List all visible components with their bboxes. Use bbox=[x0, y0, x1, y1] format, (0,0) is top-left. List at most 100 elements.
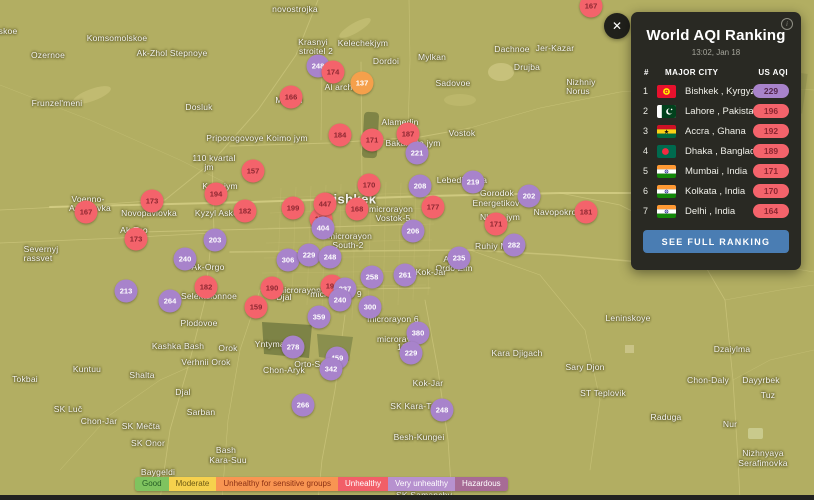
aqi-marker[interactable]: 157 bbox=[241, 159, 265, 183]
place-label: Dosluk bbox=[185, 102, 213, 112]
aqi-marker[interactable]: 213 bbox=[114, 279, 138, 303]
place-label: Raduga bbox=[650, 412, 682, 422]
city-name: Kolkata , India bbox=[685, 185, 746, 197]
aqi-marker[interactable]: 229 bbox=[399, 341, 423, 365]
ranking-row[interactable]: 1 Bishkek , Kyrgyzstan 229 bbox=[631, 81, 801, 101]
rank-number: 6 bbox=[643, 186, 649, 196]
ranking-row[interactable]: 4 Dhaka , Bangladesh 189 bbox=[631, 141, 801, 161]
aqi-marker[interactable]: 173 bbox=[140, 189, 164, 213]
place-label: Tokbai bbox=[12, 374, 38, 384]
aqi-marker[interactable]: 167 bbox=[74, 200, 98, 224]
aqi-marker[interactable]: 300 bbox=[358, 295, 382, 319]
aqi-marker[interactable]: 306 bbox=[276, 248, 300, 272]
aqi-marker[interactable]: 168 bbox=[345, 197, 369, 221]
aqi-marker[interactable]: 182 bbox=[233, 199, 257, 223]
aqi-value-badge: 189 bbox=[753, 144, 789, 158]
close-icon: ✕ bbox=[611, 19, 623, 33]
aqi-value-badge: 170 bbox=[753, 184, 789, 198]
place-label: Sary Djon bbox=[565, 362, 605, 372]
city-name: Dhaka , Bangladesh bbox=[685, 145, 753, 157]
place-label: Dayyrbek bbox=[742, 375, 780, 385]
ranking-row[interactable]: 7 Delhi , India 164 bbox=[631, 201, 801, 221]
place-label: Kok-Jar bbox=[415, 267, 447, 277]
legend-item: Moderate bbox=[168, 477, 217, 491]
place-label: Serafimovka bbox=[738, 458, 788, 468]
aqi-marker[interactable]: 282 bbox=[502, 233, 526, 257]
ranking-header: # MAJOR CITY US AQI bbox=[631, 57, 801, 81]
place-label: Drujba bbox=[513, 62, 541, 72]
aqi-marker[interactable]: 181 bbox=[574, 200, 598, 224]
place-label: Kashka Bash bbox=[151, 341, 205, 351]
aqi-marker[interactable]: 171 bbox=[484, 212, 508, 236]
aqi-marker[interactable]: 171 bbox=[360, 128, 384, 152]
aqi-marker[interactable]: 240 bbox=[173, 247, 197, 271]
ghana-flag bbox=[657, 124, 676, 138]
place-label: Gorodok bbox=[479, 188, 515, 198]
rank-number: 2 bbox=[643, 106, 649, 116]
panel-timestamp: 13:02, Jan 18 bbox=[691, 48, 741, 57]
legend-item: Very unhealthy bbox=[388, 477, 455, 491]
aqi-marker[interactable]: 359 bbox=[307, 305, 331, 329]
city-name: Mumbai , India bbox=[685, 165, 748, 177]
aqi-marker[interactable]: 202 bbox=[517, 184, 541, 208]
panel-title: World AQI Ranking bbox=[646, 27, 786, 44]
aqi-marker[interactable]: 404 bbox=[311, 216, 335, 240]
aqi-marker[interactable]: 258 bbox=[360, 265, 384, 289]
aqi-marker[interactable]: 235 bbox=[447, 246, 471, 270]
aqi-marker[interactable]: 177 bbox=[421, 195, 445, 219]
place-label: Kuntuu bbox=[72, 364, 102, 374]
ranking-row[interactable]: 2 Lahore , Pakistan 196 bbox=[631, 101, 801, 121]
place-label: SK Mečta bbox=[121, 421, 161, 431]
aqi-marker[interactable]: 221 bbox=[405, 141, 429, 165]
aqi-marker[interactable]: 278 bbox=[281, 335, 305, 359]
aqi-marker[interactable]: 170 bbox=[357, 173, 381, 197]
city-name: Bishkek , Kyrgyzstan bbox=[685, 85, 753, 97]
place-label: Tuz bbox=[760, 390, 776, 400]
aqi-marker[interactable]: 266 bbox=[291, 393, 315, 417]
aqi-marker[interactable]: 206 bbox=[401, 219, 425, 243]
place-label: Mylkan bbox=[417, 52, 447, 62]
close-panel-button[interactable]: ✕ bbox=[604, 13, 630, 39]
place-label: Dachnoe bbox=[494, 44, 530, 54]
aqi-value-badge: 229 bbox=[753, 84, 789, 98]
aqi-marker[interactable]: 261 bbox=[393, 263, 417, 287]
aqi-marker[interactable]: 184 bbox=[328, 123, 352, 147]
aqi-marker[interactable]: 190 bbox=[260, 276, 284, 300]
aqi-marker[interactable]: 166 bbox=[279, 85, 303, 109]
aqi-marker[interactable]: 137 bbox=[350, 71, 374, 95]
place-label: Verhnii Orok bbox=[181, 357, 231, 367]
aqi-marker[interactable]: 203 bbox=[203, 228, 227, 252]
rank-number: 7 bbox=[643, 206, 649, 216]
ranking-row[interactable]: 6 Kolkata , India 170 bbox=[631, 181, 801, 201]
bangladesh-flag bbox=[657, 144, 676, 158]
aqi-marker[interactable]: 182 bbox=[194, 275, 218, 299]
aqi-marker[interactable]: 174 bbox=[321, 60, 345, 84]
place-label: Nur bbox=[722, 419, 738, 429]
aqi-marker[interactable]: 248 bbox=[430, 398, 454, 422]
info-icon[interactable]: i bbox=[781, 18, 793, 30]
aqi-marker[interactable]: 342 bbox=[319, 357, 343, 381]
place-label: Kara-Suu bbox=[209, 455, 247, 465]
aqi-marker[interactable]: 194 bbox=[204, 182, 228, 206]
place-label: ST Teplovik bbox=[580, 388, 626, 398]
aqi-marker[interactable]: 447 bbox=[313, 192, 337, 216]
col-aqi: US AQI bbox=[758, 68, 788, 77]
see-full-ranking-button[interactable]: SEE FULL RANKING bbox=[643, 230, 789, 253]
place-label: Baygeldi bbox=[140, 467, 176, 477]
place-label: Energetikov bbox=[472, 198, 520, 208]
place-label: Ak-Orgo bbox=[191, 262, 225, 272]
place-label: SK Luč bbox=[53, 404, 83, 414]
aqi-marker[interactable]: 208 bbox=[408, 174, 432, 198]
aqi-marker[interactable]: 229 bbox=[297, 243, 321, 267]
aqi-marker[interactable]: 173 bbox=[124, 227, 148, 251]
aqi-marker[interactable]: 264 bbox=[158, 289, 182, 313]
ranking-row[interactable]: 5 Mumbai , India 171 bbox=[631, 161, 801, 181]
ranking-row[interactable]: 3 Accra , Ghana 192 bbox=[631, 121, 801, 141]
aqi-marker[interactable]: 240 bbox=[328, 288, 352, 312]
place-label: Kelechekjym bbox=[337, 38, 389, 48]
aqi-marker[interactable]: 159 bbox=[244, 295, 268, 319]
aqi-marker[interactable]: 199 bbox=[281, 196, 305, 220]
aqi-marker[interactable]: 248 bbox=[318, 245, 342, 269]
place-label: rassvet bbox=[23, 253, 53, 263]
aqi-marker[interactable]: 219 bbox=[461, 170, 485, 194]
